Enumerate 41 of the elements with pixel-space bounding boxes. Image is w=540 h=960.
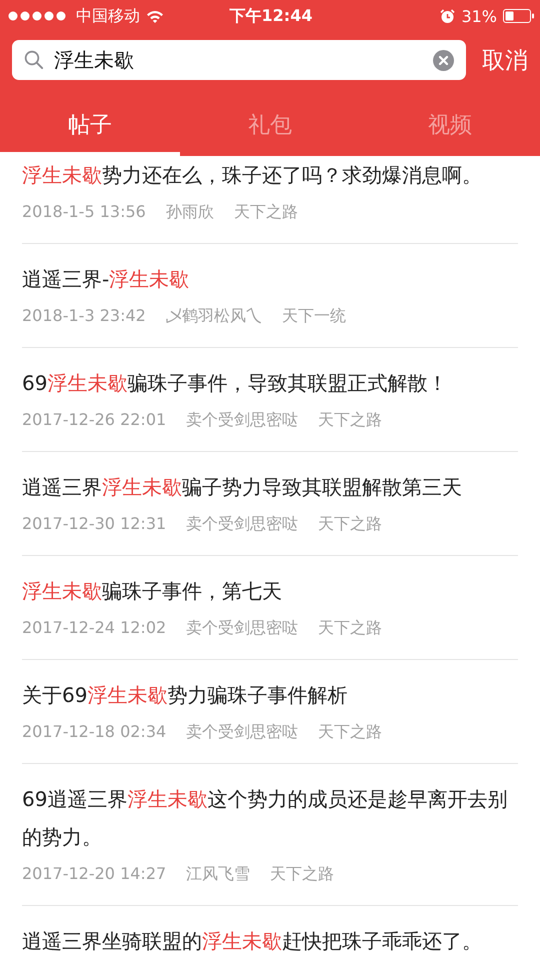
post-title[interactable]: 浮生未歇骗珠子事件，第七天: [22, 572, 518, 610]
post-author: 卖个受剑思密哒: [186, 722, 298, 743]
post-time: 2018-1-5 13:56: [22, 202, 146, 223]
post-title[interactable]: 浮生未歇势力还在么，珠子还了吗？求劲爆消息啊。: [22, 156, 518, 194]
search-input[interactable]: 浮生未歇: [54, 48, 423, 72]
search-icon: [24, 50, 44, 70]
post-time: 2017-12-24 12:02: [22, 618, 166, 639]
search-field[interactable]: 浮生未歇: [12, 40, 466, 80]
battery-percent: 31%: [461, 6, 497, 26]
battery-icon: [503, 9, 534, 23]
post-author: 卖个受剑思密哒: [186, 514, 298, 535]
carrier-name: 中国移动: [76, 6, 140, 26]
post-author: 江风飞雪: [186, 864, 250, 885]
post-time: 2017-12-18 02:34: [22, 722, 166, 743]
server-name: 天下之路: [318, 722, 382, 743]
post-title[interactable]: 69逍遥三界浮生未歇这个势力的成员还是趁早离开去别的势力。: [22, 780, 518, 856]
post-author: 卖个受剑思密哒: [186, 410, 298, 431]
post-title[interactable]: 逍遥三界浮生未歇骗子势力导致其联盟解散第三天: [22, 468, 518, 506]
clear-icon[interactable]: [433, 50, 454, 70]
server-name: 天下之路: [318, 514, 382, 535]
server-name: 天下一统: [282, 306, 346, 327]
tab[interactable]: 帖子: [0, 80, 180, 156]
server-name: 天下之路: [270, 864, 334, 885]
post-time: 2017-12-26 22:01: [22, 410, 166, 431]
server-name: 天下之路: [234, 202, 298, 223]
wifi-icon: [146, 10, 164, 22]
cancel-button[interactable]: 取消: [482, 44, 528, 76]
server-name: 天下之路: [318, 410, 382, 431]
post-author: 孙雨欣: [166, 202, 214, 223]
post-title[interactable]: 逍遥三界-浮生未歇: [22, 260, 518, 298]
alarm-icon: [440, 8, 456, 24]
post-title[interactable]: 69浮生未歇骗珠子事件，导致其联盟正式解散！: [22, 364, 518, 402]
post-time: 2017-12-20 14:27: [22, 864, 166, 885]
post-time: 2018-1-3 23:42: [22, 306, 146, 327]
post-title[interactable]: 关于69浮生未歇势力骗珠子事件解析: [22, 676, 518, 714]
post-title[interactable]: 逍遥三界坐骑联盟的浮生未歇赶快把珠子乖乖还了。: [22, 922, 518, 960]
server-name: 天下之路: [318, 618, 382, 639]
clock-time: 下午12:44: [230, 6, 312, 26]
post-author: 卖个受剑思密哒: [186, 618, 298, 639]
post-author: 乄鹤羽松风乀: [166, 306, 262, 327]
post-time: 2017-12-30 12:31: [22, 514, 166, 535]
